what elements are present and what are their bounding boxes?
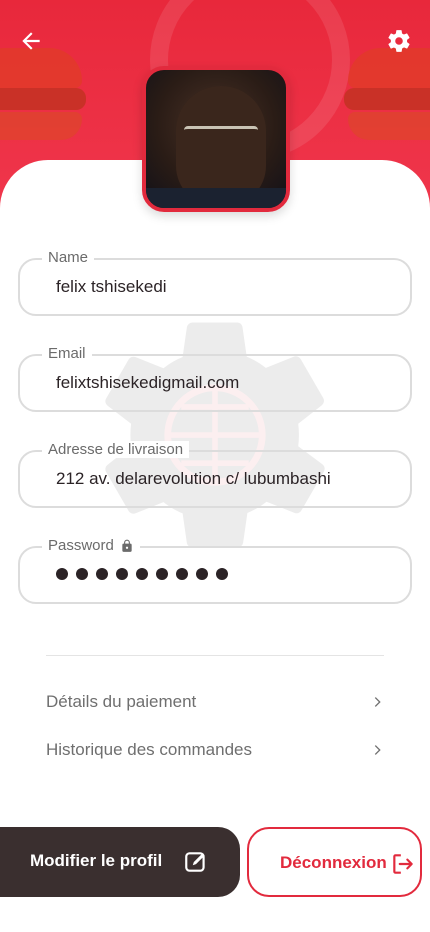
email-label: Email xyxy=(42,345,92,362)
name-field[interactable]: Name felix tshisekedi xyxy=(18,249,412,316)
edit-profile-label: Modifier le profil xyxy=(30,851,163,870)
gear-watermark-icon xyxy=(105,322,325,548)
email-field[interactable]: Email felixtshisekedigmail.com xyxy=(18,345,412,412)
logout-icon xyxy=(393,854,413,874)
edit-icon xyxy=(185,852,205,872)
address-value[interactable]: 212 av. delarevolution c/ lubumbashi xyxy=(56,469,331,489)
password-dot xyxy=(96,568,108,580)
password-dots[interactable] xyxy=(56,568,228,580)
arrow-left-icon[interactable] xyxy=(18,28,44,54)
lock-icon xyxy=(122,539,132,552)
email-value[interactable]: felixtshisekedigmail.com xyxy=(56,373,239,393)
chevron-right-icon xyxy=(374,697,381,707)
password-dot xyxy=(216,568,228,580)
logout-button[interactable]: Déconnexion xyxy=(247,827,422,897)
payment-label: Détails du paiement xyxy=(46,692,197,711)
divider xyxy=(46,655,384,656)
orders-label: Historique des commandes xyxy=(46,740,252,759)
chevron-right-icon xyxy=(374,745,381,755)
password-dot xyxy=(176,568,188,580)
password-dot xyxy=(56,568,68,580)
password-dot xyxy=(116,568,128,580)
edit-profile-button[interactable]: Modifier le profil xyxy=(0,827,240,897)
gear-icon[interactable] xyxy=(386,28,412,54)
password-dot xyxy=(156,568,168,580)
password-field[interactable]: Password xyxy=(18,537,412,604)
logout-label: Déconnexion xyxy=(280,853,387,872)
name-label: Name xyxy=(42,249,95,266)
password-dot xyxy=(196,568,208,580)
menu-item-orders[interactable]: Historique des commandes xyxy=(46,735,386,765)
address-label: Adresse de livraison xyxy=(42,441,190,458)
name-value[interactable]: felix tshisekedi xyxy=(56,277,167,297)
burger-decoration-right xyxy=(344,48,430,148)
password-label: Password xyxy=(42,537,140,554)
burger-decoration-left xyxy=(0,48,86,148)
password-dot xyxy=(136,568,148,580)
menu-item-payment[interactable]: Détails du paiement xyxy=(46,687,386,717)
address-field[interactable]: Adresse de livraison 212 av. delarevolut… xyxy=(18,441,412,508)
avatar[interactable] xyxy=(142,66,290,212)
password-dot xyxy=(76,568,88,580)
